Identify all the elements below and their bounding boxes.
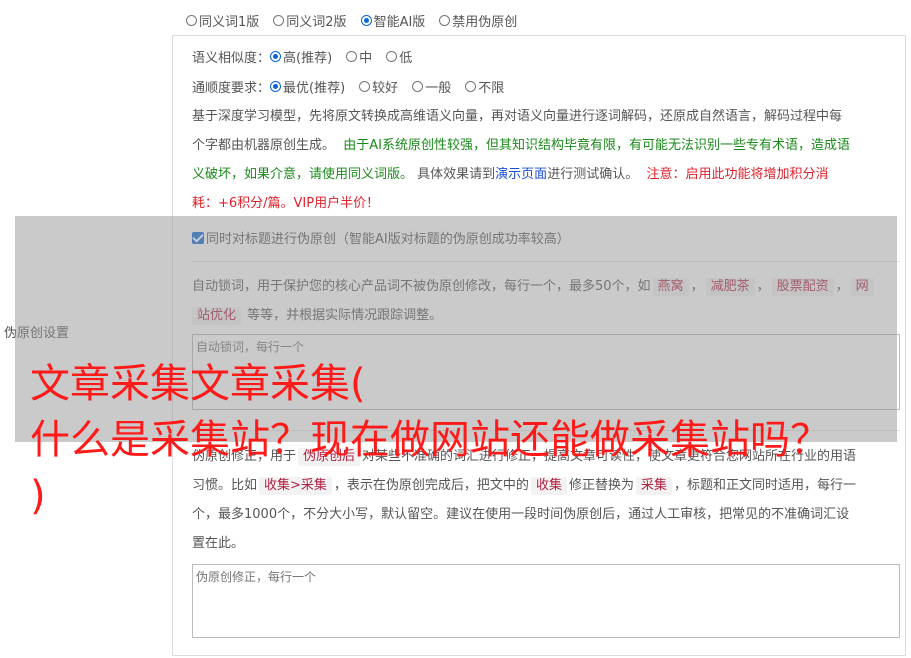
mode-disable-radio[interactable]: 禁用伪原创	[439, 11, 517, 30]
similarity-label: 语义相似度：	[192, 51, 271, 66]
ai-warning-text: 由于AI系统原创性较强，但其知识结构毕竟有限，有可能无法识别一些专有术语，造成语	[343, 138, 851, 153]
similarity-row: 语义相似度： 高(推荐) 中 低	[192, 47, 426, 66]
mode-synonym-2-radio[interactable]: 同义词2版	[273, 11, 347, 30]
similarity-low-radio[interactable]: 低	[386, 47, 412, 66]
points-notice: 注意：启用此功能将增加积分消	[646, 167, 829, 182]
mode-radio-group: 同义词1版 同义词2版 智能AI版 禁用伪原创	[186, 11, 531, 30]
radio-icon	[439, 15, 451, 26]
similarity-mid-radio[interactable]: 中	[346, 47, 372, 66]
fluency-label: 通顺度要求：	[192, 81, 271, 96]
fluency-best-radio[interactable]: 最优(推荐)	[270, 77, 345, 96]
mode-synonym-1-radio[interactable]: 同义词1版	[186, 11, 259, 30]
headline-overlay: 文章采集文章采集( 什么是采集站？现在做网站还能做采集站吗？ )	[30, 361, 830, 519]
radio-icon	[273, 15, 285, 26]
fluency-good-radio[interactable]: 较好	[359, 77, 398, 96]
fluency-normal-radio[interactable]: 一般	[412, 77, 451, 96]
radio-icon	[465, 81, 477, 92]
radio-icon	[386, 51, 398, 62]
ai-description: 基于深度学习模型，先将原文转换成高维语义向量，再对语义向量进行逐词解码，还原成自…	[192, 109, 851, 211]
radio-icon	[412, 81, 424, 92]
radio-checked-icon	[270, 51, 282, 62]
fluency-any-radio[interactable]: 不限	[465, 77, 504, 96]
mode-ai-radio[interactable]: 智能AI版	[360, 11, 425, 30]
radio-icon	[186, 15, 197, 26]
radio-icon	[359, 81, 371, 92]
radio-checked-icon	[270, 81, 282, 92]
radio-checked-icon	[360, 15, 372, 26]
correction-input[interactable]	[192, 564, 900, 638]
demo-page-link[interactable]: 演示页面	[495, 167, 547, 182]
fluency-row: 通顺度要求： 最优(推荐) 较好 一般 不限	[192, 77, 518, 96]
similarity-high-radio[interactable]: 高(推荐)	[270, 47, 332, 66]
radio-icon	[346, 51, 358, 62]
